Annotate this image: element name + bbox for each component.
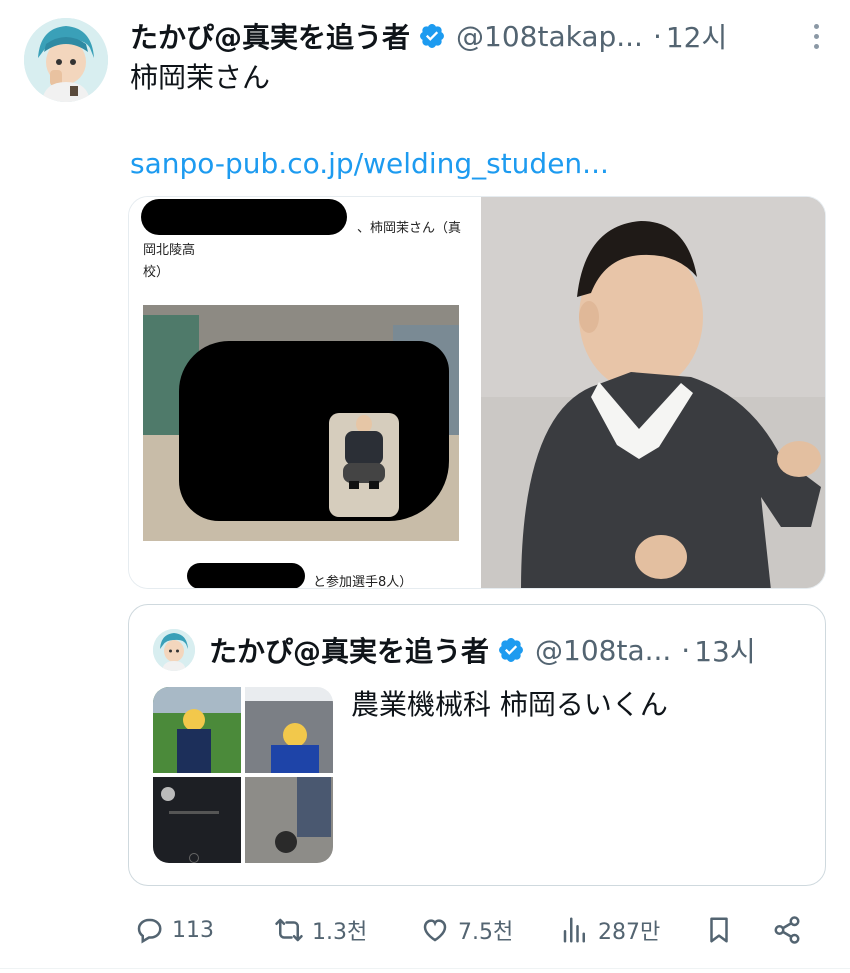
quoted-tweet-media[interactable] (153, 687, 333, 863)
quoted-tweet[interactable]: たかぴ@真実を追う者 @108ta... · 13시 農業機械科 柿岡るいくん (128, 604, 826, 886)
redaction-bar (141, 199, 347, 235)
doc-caption: と参加選手8人） (313, 575, 413, 588)
quoted-author-handle: @108ta... (535, 633, 672, 667)
author-display-name[interactable]: たかぴ@真実を追う者 (130, 16, 410, 56)
person-crouching (339, 415, 389, 501)
factory-photo (143, 305, 459, 541)
reply-button[interactable]: 113 (134, 908, 214, 952)
tweet-action-bar: 113 1.3천 7.5천 287만 (128, 908, 826, 952)
doc-text-line: 校） (143, 265, 170, 280)
tweet-media[interactable]: 、柿岡茉さん（真 岡北陵高 校） と参加選手8人） (128, 196, 826, 589)
quoted-media-image[interactable] (245, 777, 333, 863)
author-handle[interactable]: @108takap... (456, 20, 643, 53)
separator-dot: · (652, 19, 662, 53)
tweet-header: たかぴ@真実を追う者 @108takap... · 12시 (130, 14, 830, 58)
quoted-tweet-text: 農業機械科 柿岡るいくん (351, 688, 668, 721)
quoted-author-display-name: たかぴ@真実を追う者 (209, 635, 490, 668)
views-count: 287만 (598, 920, 661, 945)
quoted-tweet-header: たかぴ@真実を追う者 @108ta... · 13시 (209, 629, 809, 671)
media-image-document[interactable]: 、柿岡茉さん（真 岡北陵高 校） と参加選手8人） (129, 197, 475, 588)
views-icon (563, 917, 585, 943)
separator-dot: · (681, 633, 691, 667)
views-button[interactable]: 287만 (560, 908, 660, 952)
doc-text-line: 岡北陵高 (143, 243, 196, 258)
portrait-illustration (481, 197, 825, 588)
quoted-author-avatar (153, 629, 195, 671)
share-icon (774, 916, 800, 944)
bookmark-icon (710, 917, 728, 943)
retweet-icon (275, 918, 303, 942)
bookmark-button[interactable] (704, 908, 742, 952)
quoted-media-image[interactable] (153, 777, 241, 863)
tweet-link[interactable]: sanpo-pub.co.jp/welding_studen... (130, 144, 609, 184)
tweet-text: 柿岡茉さん (130, 61, 271, 94)
like-icon (423, 919, 447, 942)
reply-icon (137, 918, 162, 944)
author-avatar[interactable] (24, 18, 108, 102)
like-button[interactable]: 7.5천 (420, 908, 513, 952)
verified-badge-icon (499, 638, 523, 662)
doc-text-line: 、柿岡茉さん（真 (357, 221, 462, 236)
verified-badge-icon (420, 24, 444, 48)
share-button[interactable] (772, 908, 810, 952)
media-image-portrait[interactable] (481, 197, 825, 588)
quoted-media-image[interactable] (245, 687, 333, 773)
tweet-timestamp[interactable]: 12시 (666, 16, 727, 56)
redaction-bar (187, 563, 305, 588)
retweet-button[interactable]: 1.3천 (274, 908, 367, 952)
tweet-divider (0, 968, 850, 969)
quoted-tweet-timestamp: 13시 (694, 635, 756, 668)
like-count: 7.5천 (458, 920, 514, 945)
reply-count: 113 (172, 917, 214, 943)
retweet-count: 1.3천 (312, 920, 368, 945)
quoted-media-image[interactable] (153, 687, 241, 773)
more-options-icon[interactable] (802, 22, 830, 50)
